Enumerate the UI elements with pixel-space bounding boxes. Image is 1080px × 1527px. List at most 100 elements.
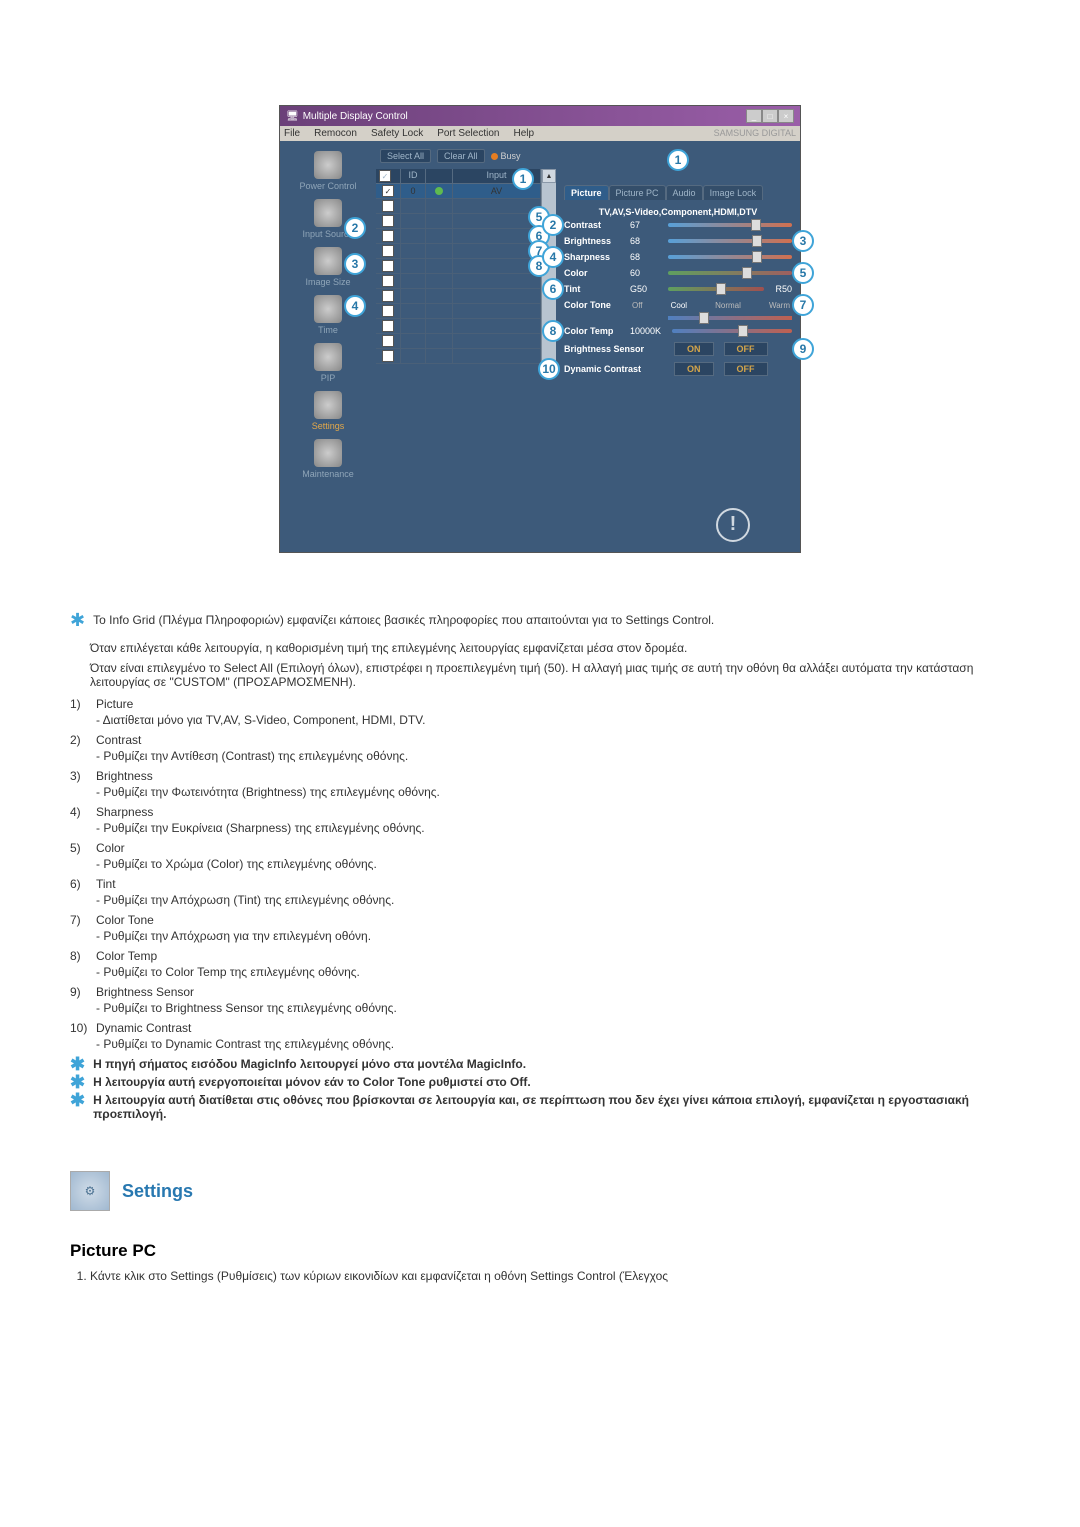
status-led-icon	[435, 187, 443, 195]
tint-slider[interactable]	[668, 287, 764, 291]
busy-indicator: Busy	[491, 151, 521, 161]
table-row[interactable]: 6	[376, 229, 541, 244]
menu-bar: File Remocon Safety Lock Port Selection …	[280, 126, 800, 141]
scroll-up-icon[interactable]: ▲	[542, 169, 556, 183]
table-row[interactable]	[376, 274, 541, 289]
color-slider[interactable]	[668, 271, 792, 275]
tint-value-g: G50	[630, 284, 668, 294]
color-label: Color	[564, 268, 630, 278]
callout-1b: 1	[512, 168, 534, 190]
brightness-label: Brightness	[564, 236, 630, 246]
table-row[interactable]	[376, 289, 541, 304]
nav-settings[interactable]: Settings	[284, 391, 372, 431]
menu-help[interactable]: Help	[513, 128, 534, 139]
table-row[interactable]	[376, 334, 541, 349]
maintenance-icon	[314, 439, 342, 467]
header-checkbox[interactable]: ✓	[379, 170, 391, 182]
nav-image-size[interactable]: Image Size 3	[284, 247, 372, 287]
menu-remocon[interactable]: Remocon	[314, 128, 357, 139]
col-id: ID	[401, 169, 426, 183]
note-para-1: Όταν επιλέγεται κάθε λειτουργία, η καθορ…	[90, 641, 1010, 655]
brightness-sensor-on[interactable]: ON	[674, 342, 714, 356]
nav-maintenance[interactable]: Maintenance	[284, 439, 372, 479]
close-button[interactable]: ×	[778, 109, 794, 123]
contrast-label: Contrast	[564, 220, 630, 230]
dynamic-contrast-on[interactable]: ON	[674, 362, 714, 376]
table-row[interactable]: 8	[376, 259, 541, 274]
settings-section-icon: ⚙	[70, 1171, 110, 1211]
tint-label: Tint	[564, 284, 630, 294]
footnotes: ✱Η πηγή σήματος εισόδου MagicInfo λειτου…	[70, 1057, 1010, 1121]
menu-safety-lock[interactable]: Safety Lock	[371, 128, 423, 139]
title-bar: 🖥 Multiple Display Control _ □ ×	[280, 106, 800, 126]
callout-2: 2	[344, 217, 366, 239]
app-window: 🖥 Multiple Display Control _ □ × File Re…	[279, 105, 801, 553]
callout-4b: 4	[542, 246, 564, 268]
dynamic-contrast-label: Dynamic Contrast	[564, 364, 664, 374]
star-icon: ✱	[70, 1075, 85, 1089]
table-row[interactable]	[376, 199, 541, 214]
menu-file[interactable]: File	[284, 128, 300, 139]
note-para-2: Όταν είναι επιλεγμένο το Select All (Επι…	[90, 661, 1010, 689]
nav-input-source[interactable]: Input Source 2	[284, 199, 372, 239]
right-panel: 1 Picture Picture PC Audio Image Lock TV…	[556, 141, 800, 497]
info-icon[interactable]: !	[716, 508, 750, 542]
maximize-button[interactable]: □	[762, 109, 778, 123]
minimize-button[interactable]: _	[746, 109, 762, 123]
color-temp-slider[interactable]	[672, 329, 792, 333]
brightness-sensor-off[interactable]: OFF	[724, 342, 768, 356]
dynamic-contrast-off[interactable]: OFF	[724, 362, 768, 376]
tint-value-r: R50	[764, 284, 792, 294]
sharpness-value: 68	[630, 252, 668, 262]
tab-image-lock[interactable]: Image Lock	[703, 185, 764, 200]
callout-5b: 5	[792, 262, 814, 284]
menu-port-selection[interactable]: Port Selection	[437, 128, 499, 139]
list-item: 10)Dynamic Contrast	[70, 1021, 1010, 1035]
callout-1: 1	[667, 149, 689, 171]
brightness-sensor-label: Brightness Sensor	[564, 344, 664, 354]
table-row[interactable]	[376, 349, 541, 364]
list-item: 8)Color Temp	[70, 949, 1010, 963]
power-icon	[314, 151, 342, 179]
tone-slider[interactable]	[668, 316, 792, 320]
row-id: 0	[401, 184, 426, 198]
callout-9: 9	[792, 338, 814, 360]
list-item: 7)Color Tone	[70, 913, 1010, 927]
list-item: 4)Sharpness	[70, 805, 1010, 819]
select-all-button[interactable]: Select All	[380, 149, 431, 163]
sharpness-slider[interactable]	[668, 255, 792, 259]
section-title: Settings	[122, 1181, 193, 1202]
brightness-slider[interactable]	[668, 239, 792, 243]
clear-all-button[interactable]: Clear All	[437, 149, 485, 163]
callout-6b: 6	[542, 278, 564, 300]
pip-icon	[314, 343, 342, 371]
tab-picture-pc[interactable]: Picture PC	[609, 185, 666, 200]
nav-pip[interactable]: PIP	[284, 343, 372, 383]
app-icon: 🖥	[286, 111, 299, 122]
color-tone-options[interactable]: Off Cool Normal Warm	[630, 301, 792, 310]
steps-list: Κάντε κλικ στο Settings (Ρυθμίσεις) των …	[70, 1269, 1010, 1283]
contrast-slider[interactable]	[668, 223, 792, 227]
contrast-value: 67	[630, 220, 668, 230]
tab-audio[interactable]: Audio	[666, 185, 703, 200]
table-row[interactable]: 5	[376, 214, 541, 229]
callout-8b: 8	[542, 320, 564, 342]
tabs: Picture Picture PC Audio Image Lock	[564, 185, 792, 200]
list-item: 1)Picture	[70, 697, 1010, 711]
tab-picture[interactable]: Picture	[564, 185, 609, 200]
color-temp-label: Color Temp	[564, 326, 630, 336]
brand-label: SAMSUNG DIGITAL	[714, 128, 796, 139]
table-row[interactable]	[376, 304, 541, 319]
nav-power-control[interactable]: Power Control	[284, 151, 372, 191]
callout-2b: 2	[542, 214, 564, 236]
center-panel: Select All Clear All Busy ✓ ID Input ✓	[376, 141, 556, 497]
color-value: 60	[630, 268, 668, 278]
sub-title: Picture PC	[70, 1241, 1010, 1261]
row-checkbox[interactable]: ✓	[382, 185, 394, 197]
brightness-value: 68	[630, 236, 668, 246]
callout-7b: 7	[792, 294, 814, 316]
nav-time[interactable]: Time 4	[284, 295, 372, 335]
table-row[interactable]: 7	[376, 244, 541, 259]
callout-3: 3	[344, 253, 366, 275]
table-row[interactable]	[376, 319, 541, 334]
